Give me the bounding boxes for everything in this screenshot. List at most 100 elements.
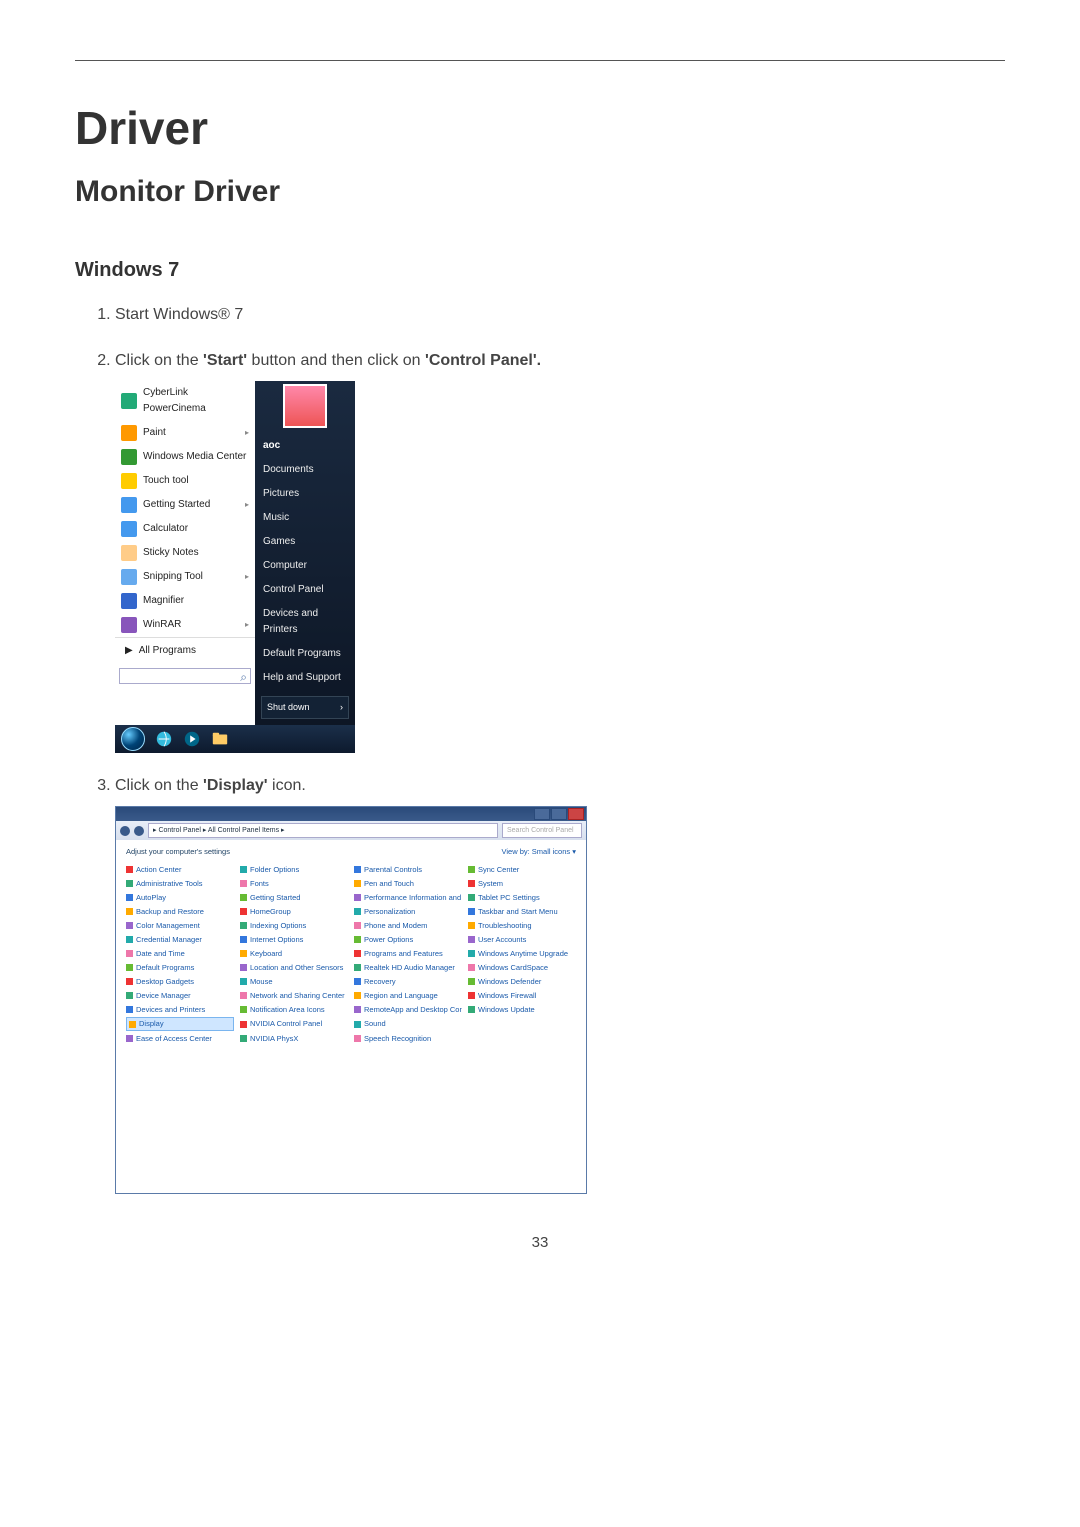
cp-item-label: Sync Center [478, 864, 519, 876]
start-menu-right-item[interactable]: Control Panel [255, 578, 355, 602]
start-menu-item-label: Snipping Tool [143, 569, 203, 585]
cp-items-grid: Action Center Folder Options Parental Cont… [116, 861, 586, 1053]
start-search-input[interactable] [119, 668, 251, 684]
cp-item-label: Troubleshooting [478, 920, 532, 932]
cp-item[interactable]: Devices and Printers [126, 1003, 234, 1016]
cp-item[interactable]: Indexing Options [240, 919, 348, 932]
cp-item[interactable]: Phone and Modem [354, 919, 462, 932]
cp-item[interactable] [468, 1017, 576, 1031]
cp-item[interactable]: Windows Firewall [468, 989, 576, 1002]
cp-item[interactable]: Location and Other Sensors [240, 961, 348, 974]
cp-item[interactable]: Mouse [240, 975, 348, 988]
submenu-arrow-icon: ▸ [245, 499, 249, 512]
cp-item[interactable]: Sound [354, 1017, 462, 1031]
cp-item[interactable]: Device Manager [126, 989, 234, 1002]
start-menu-item[interactable]: Calculator [115, 517, 255, 541]
cp-search-input[interactable]: Search Control Panel [502, 823, 582, 838]
cp-item[interactable]: Troubleshooting [468, 919, 576, 932]
shutdown-button[interactable]: Shut down [261, 696, 349, 718]
start-menu-item[interactable]: Touch tool [115, 469, 255, 493]
cp-item[interactable]: Sync Center [468, 863, 576, 876]
cp-item[interactable]: Ease of Access Center [126, 1032, 234, 1045]
start-menu-item[interactable]: Sticky Notes [115, 541, 255, 565]
close-button[interactable] [568, 808, 584, 820]
cp-item[interactable]: Credential Manager [126, 933, 234, 946]
cp-item[interactable]: Windows Defender [468, 975, 576, 988]
cp-item[interactable]: Date and Time [126, 947, 234, 960]
minimize-button[interactable] [534, 808, 550, 820]
start-menu-right-item[interactable]: Games [255, 530, 355, 554]
start-menu-right-item[interactable]: Help and Support [255, 666, 355, 690]
start-menu-right-item[interactable]: Music [255, 506, 355, 530]
cp-item[interactable]: User Accounts [468, 933, 576, 946]
start-menu-item[interactable]: Getting Started▸ [115, 493, 255, 517]
start-menu-item[interactable]: WinRAR▸ [115, 613, 255, 637]
cp-item[interactable]: Default Programs [126, 961, 234, 974]
start-menu-item[interactable]: Magnifier [115, 589, 255, 613]
cp-item-label: Fonts [250, 878, 269, 890]
cp-item[interactable]: Realtek HD Audio Manager [354, 961, 462, 974]
cp-item[interactable]: Parental Controls [354, 863, 462, 876]
cp-item-icon [126, 880, 133, 887]
cp-item-icon [126, 894, 133, 901]
start-menu-item[interactable]: Snipping Tool▸ [115, 565, 255, 589]
cp-item[interactable]: RemoteApp and Desktop Connections [354, 1003, 462, 1016]
user-avatar [283, 384, 327, 428]
cp-item[interactable]: Backup and Restore [126, 905, 234, 918]
start-menu-right-item[interactable]: Documents [255, 458, 355, 482]
forward-button[interactable] [134, 826, 144, 836]
all-programs[interactable]: ▶All Programs [115, 637, 255, 664]
ie-icon[interactable] [155, 730, 173, 748]
start-menu-right-item[interactable]: Pictures [255, 482, 355, 506]
cp-item[interactable]: Administrative Tools [126, 877, 234, 890]
cp-item[interactable]: Programs and Features [354, 947, 462, 960]
cp-item[interactable]: System [468, 877, 576, 890]
cp-item[interactable]: Tablet PC Settings [468, 891, 576, 904]
cp-item[interactable] [468, 1032, 576, 1045]
cp-item[interactable]: Network and Sharing Center [240, 989, 348, 1002]
cp-item[interactable]: Pen and Touch [354, 877, 462, 890]
cp-item[interactable]: Power Options [354, 933, 462, 946]
cp-item[interactable]: Windows CardSpace [468, 961, 576, 974]
cp-item[interactable]: Keyboard [240, 947, 348, 960]
media-player-icon[interactable] [183, 730, 201, 748]
cp-item[interactable]: Desktop Gadgets [126, 975, 234, 988]
cp-item[interactable]: Display [126, 1017, 234, 1031]
cp-item[interactable]: Fonts [240, 877, 348, 890]
user-name[interactable]: aoc [255, 434, 355, 458]
cp-item[interactable]: Internet Options [240, 933, 348, 946]
back-button[interactable] [120, 826, 130, 836]
cp-item[interactable]: Getting Started [240, 891, 348, 904]
submenu-arrow-icon: ▸ [245, 427, 249, 440]
cp-item[interactable]: Region and Language [354, 989, 462, 1002]
cp-item[interactable]: Notification Area Icons [240, 1003, 348, 1016]
cp-item[interactable]: Performance Information and Tools [354, 891, 462, 904]
start-menu-item[interactable]: CyberLink PowerCinema [115, 381, 255, 421]
cp-item[interactable]: HomeGroup [240, 905, 348, 918]
cp-item[interactable]: AutoPlay [126, 891, 234, 904]
cp-item[interactable]: Action Center [126, 863, 234, 876]
start-menu-item[interactable]: Windows Media Center [115, 445, 255, 469]
cp-item[interactable]: Color Management [126, 919, 234, 932]
cp-item[interactable]: Folder Options [240, 863, 348, 876]
start-menu-right-item[interactable]: Computer [255, 554, 355, 578]
start-orb-icon[interactable] [121, 727, 145, 751]
start-menu-item[interactable]: Paint▸ [115, 421, 255, 445]
explorer-icon[interactable] [211, 730, 229, 748]
maximize-button[interactable] [551, 808, 567, 820]
submenu-arrow-icon: ▸ [245, 619, 249, 632]
cp-item[interactable]: Taskbar and Start Menu [468, 905, 576, 918]
cp-item[interactable]: Speech Recognition [354, 1032, 462, 1045]
start-menu-right-item[interactable]: Default Programs [255, 642, 355, 666]
cp-item[interactable]: Windows Update [468, 1003, 576, 1016]
breadcrumb[interactable]: ▸ Control Panel ▸ All Control Panel Item… [148, 823, 498, 838]
start-menu-right-item[interactable]: Devices and Printers [255, 602, 355, 642]
cp-item[interactable]: Windows Anytime Upgrade [468, 947, 576, 960]
cp-item[interactable]: NVIDIA PhysX [240, 1032, 348, 1045]
cp-item[interactable]: Personalization [354, 905, 462, 918]
cp-item[interactable]: NVIDIA Control Panel [240, 1017, 348, 1031]
cp-item-label: Indexing Options [250, 920, 306, 932]
cp-viewby[interactable]: View by: Small icons ▾ [502, 846, 577, 858]
cp-adjust-label: Adjust your computer's settings [126, 846, 230, 858]
cp-item[interactable]: Recovery [354, 975, 462, 988]
